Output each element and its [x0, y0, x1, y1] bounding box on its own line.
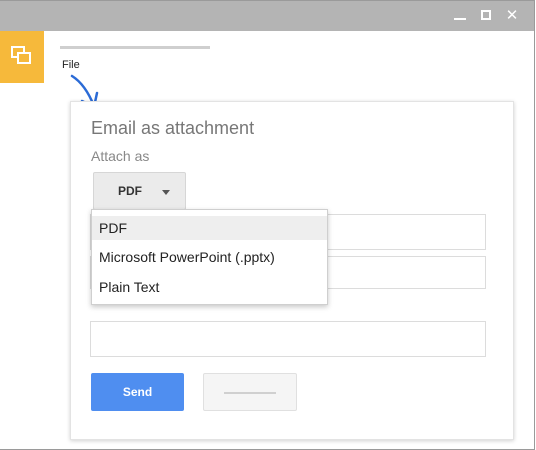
app-icon — [0, 31, 44, 83]
menu-item-pptx[interactable]: Microsoft PowerPoint (.pptx) — [92, 245, 327, 269]
title-bar: ✕ — [0, 1, 534, 31]
file-menu[interactable]: File — [62, 59, 80, 71]
attach-format-menu: PDF Microsoft PowerPoint (.pptx) Plain T… — [91, 209, 328, 305]
menu-item-pdf[interactable]: PDF — [92, 216, 327, 240]
attach-format-dropdown[interactable]: PDF — [93, 172, 186, 210]
attach-as-label: Attach as — [91, 148, 150, 164]
chevron-down-icon — [162, 190, 170, 195]
cancel-button[interactable] — [203, 373, 297, 411]
maximize-icon[interactable] — [478, 7, 494, 23]
menu-item-plain-text[interactable]: Plain Text — [92, 275, 327, 299]
attach-format-value: PDF — [118, 184, 142, 198]
close-icon[interactable]: ✕ — [504, 7, 520, 23]
button-placeholder-bar — [224, 392, 276, 394]
dialog-title: Email as attachment — [91, 118, 255, 138]
minimize-icon[interactable] — [452, 7, 468, 23]
title-placeholder-bar — [60, 46, 210, 49]
app-window: ✕ File Email as attachment Attach as PDF… — [0, 0, 535, 450]
send-button[interactable]: Send — [91, 373, 184, 411]
message-field[interactable] — [90, 321, 486, 357]
